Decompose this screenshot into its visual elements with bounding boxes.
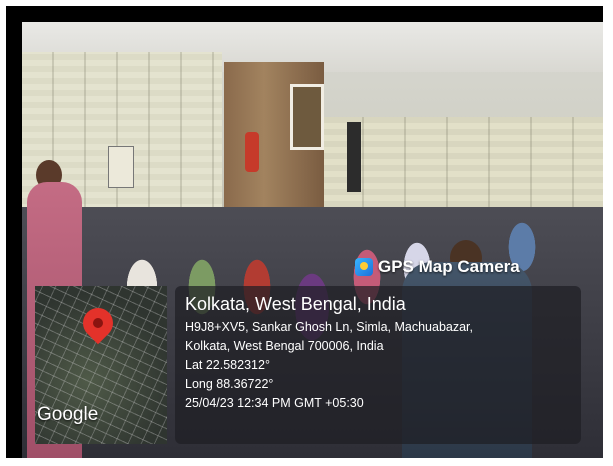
- wall-notice: [108, 146, 134, 188]
- brand-label: GPS Map Camera: [378, 257, 520, 276]
- location-info: Kolkata, West Bengal, India H9J8+XV5, Sa…: [175, 286, 581, 444]
- address-line-1: H9J8+XV5, Sankar Ghosh Ln, Simla, Machua…: [185, 320, 474, 334]
- latitude: Lat 22.582312°: [185, 358, 270, 372]
- location-title: Kolkata, West Bengal, India: [185, 294, 406, 314]
- map-pin-icon: [76, 301, 120, 345]
- dark-panel: [347, 122, 361, 192]
- google-logo: Google: [37, 404, 99, 425]
- camera-map-icon: [355, 258, 373, 276]
- longitude: Long 88.36722°: [185, 377, 274, 391]
- address-line-2: Kolkata, West Bengal 700006, India: [185, 339, 384, 353]
- gps-overlay: Google Kolkata, West Bengal, India H9J8+…: [35, 286, 584, 448]
- fire-extinguisher: [245, 132, 259, 172]
- timestamp: 25/04/23 12:34 PM GMT +05:30: [185, 396, 364, 410]
- gps-brand: GPS Map Camera: [355, 255, 520, 279]
- wall-portrait: [290, 84, 324, 150]
- map-thumbnail: Google: [35, 286, 167, 444]
